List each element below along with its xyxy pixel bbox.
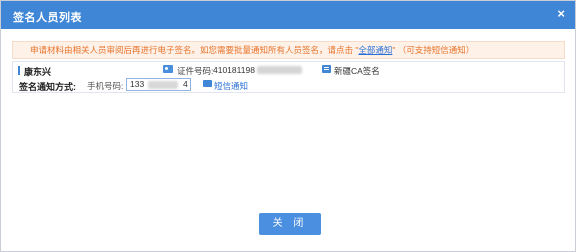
notice-text-before: 申请材料由相关人员审阅后再进行电子签名。如您需要批量通知所有人员签名，请点击 " [30,45,359,55]
id-card-icon [163,65,173,73]
dialog-title: 签名人员列表 [13,12,82,24]
ca-sign-button[interactable]: 新疆CA签名 [334,65,380,77]
phone-value: 133 [130,79,145,89]
phone-suffix: 4 [183,79,188,89]
sms-icon[interactable] [203,80,212,87]
sign-personnel-dialog: 签名人员列表 × 申请材料由相关人员审阅后再进行电子签名。如您需要批量通知所有人… [0,0,576,252]
notice-banner: 申请材料由相关人员审阅后再进行电子签名。如您需要批量通知所有人员签名，请点击 "… [12,41,565,59]
signer-row: 康东兴 证件号码: 410181198 新疆CA签名 签名通知方式: 手机号码:… [12,61,565,93]
ca-sign-icon[interactable] [322,65,331,73]
notice-text-after: " （可支持短信通知） [392,45,475,55]
name-accent-bar [18,66,20,75]
phone-redaction [148,81,178,89]
close-icon[interactable]: × [557,7,565,21]
close-button[interactable]: 关 闭 [259,213,321,235]
notify-all-link[interactable]: 全部通知 [358,45,392,55]
phone-label: 手机号码: [87,81,124,91]
id-number-label: 证件号码: [177,66,214,76]
notify-method-label: 签名通知方式: [19,82,76,92]
id-number-redaction [257,66,302,74]
id-number-value: 410181198 [213,65,255,75]
sms-notify-button[interactable]: 短信通知 [214,80,248,92]
signer-name: 康东兴 [24,67,52,77]
dialog-titlebar: 签名人员列表 × [1,1,575,29]
